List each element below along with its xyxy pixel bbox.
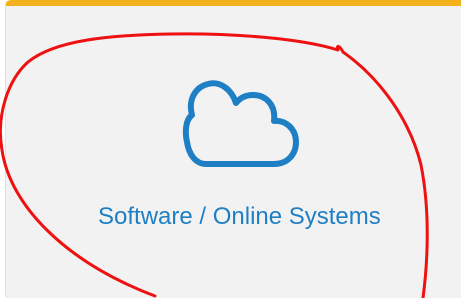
cloud-icon — [182, 80, 299, 167]
screenshot-stage: Software / Online Systems — [0, 0, 461, 298]
software-online-systems-card[interactable]: Software / Online Systems — [5, 0, 461, 298]
card-label: Software / Online Systems — [98, 203, 381, 230]
